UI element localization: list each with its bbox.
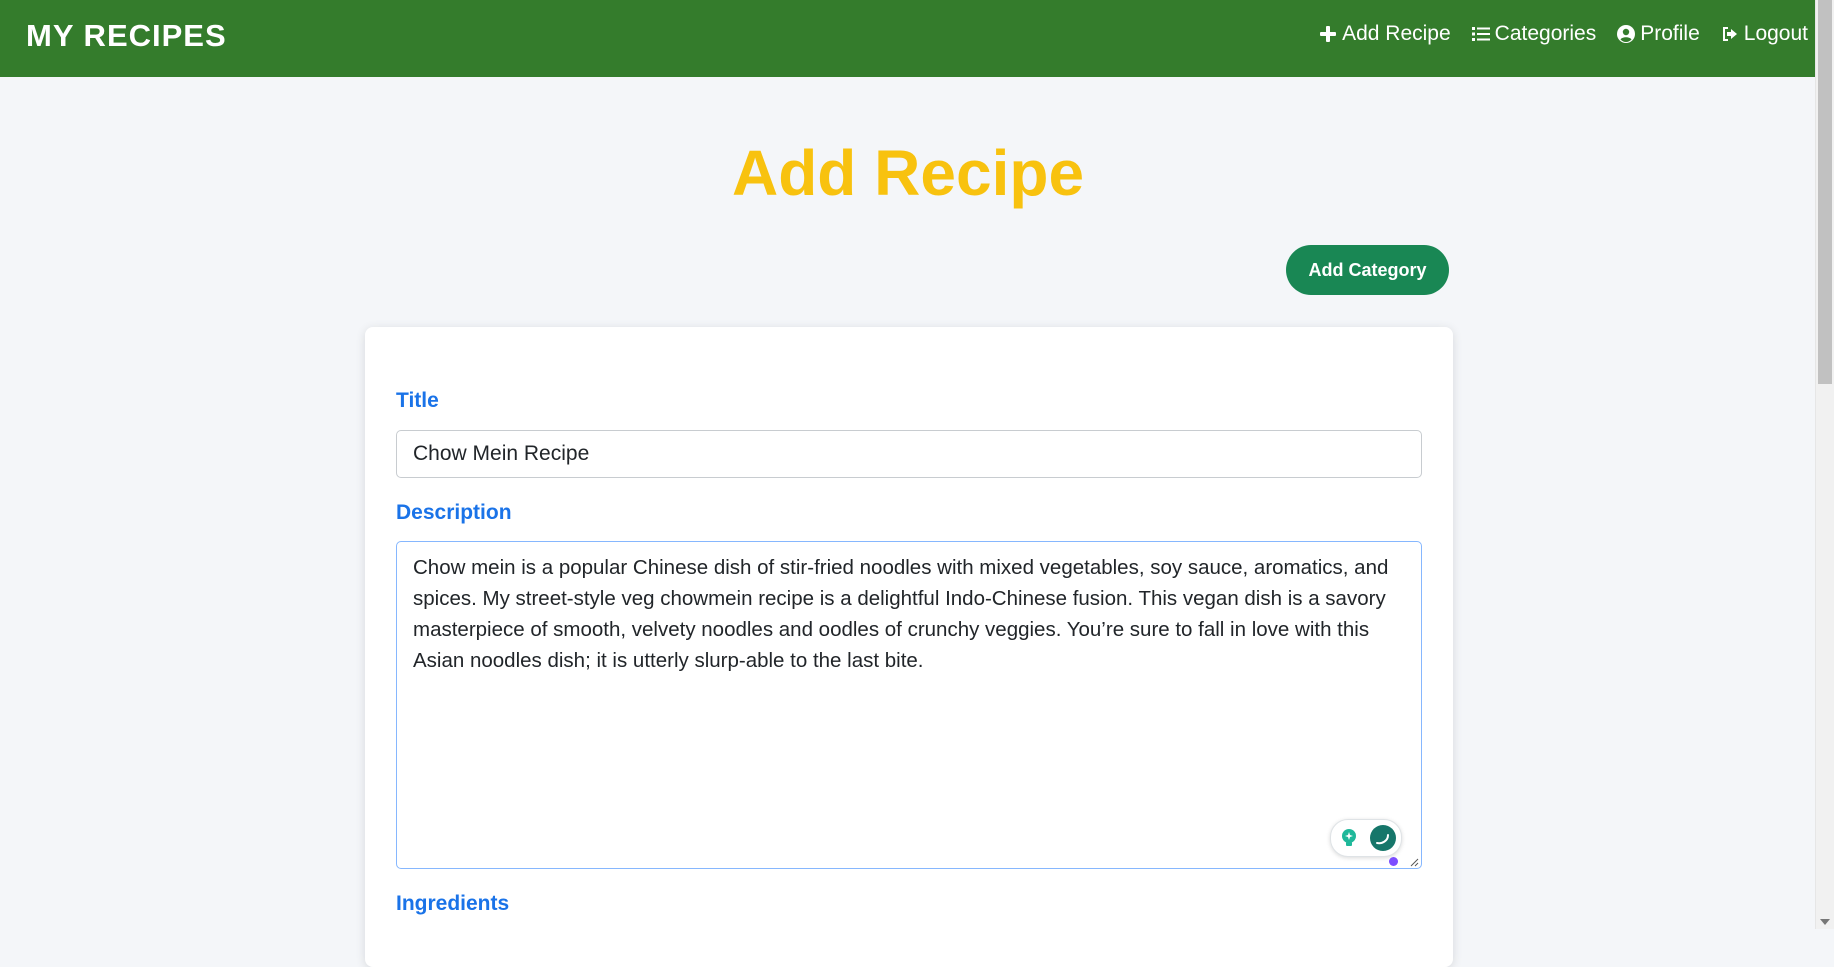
plus-icon — [1320, 26, 1337, 42]
nav-add-recipe[interactable]: Add Recipe — [1318, 22, 1451, 46]
lightbulb-icon — [1342, 829, 1356, 846]
ingredients-label: Ingredients — [396, 892, 510, 915]
nav-profile-label: Profile — [1640, 22, 1700, 45]
top-navbar: MY RECIPES Add Recipe Categories Profile… — [0, 0, 1816, 77]
vertical-scrollbar[interactable] — [1815, 0, 1834, 929]
writing-assistant-widget[interactable] — [1330, 819, 1402, 857]
chat-bubble-icon — [1370, 825, 1396, 851]
scroll-down-arrow-icon[interactable] — [1820, 919, 1830, 925]
nav-categories[interactable]: Categories — [1471, 22, 1597, 46]
brand-logo[interactable]: MY RECIPES — [26, 18, 227, 54]
scrollbar-thumb[interactable] — [1818, 0, 1832, 384]
nav-profile[interactable]: Profile — [1616, 22, 1700, 46]
nav-categories-label: Categories — [1494, 22, 1597, 45]
user-circle-icon — [1617, 25, 1636, 43]
add-category-button[interactable]: Add Category — [1286, 245, 1449, 295]
recipe-form-card: Title Description Chow mein is a popular… — [365, 327, 1453, 967]
description-textarea[interactable]: Chow mein is a popular Chinese dish of s… — [396, 541, 1422, 869]
description-label: Description — [396, 501, 512, 524]
nav-add-recipe-label: Add Recipe — [1342, 22, 1451, 45]
nav-logout-label: Logout — [1743, 22, 1808, 45]
resize-handle-icon[interactable] — [1409, 857, 1419, 867]
page-title: Add Recipe — [731, 137, 1085, 209]
logout-icon — [1722, 27, 1737, 41]
nav-logout[interactable]: Logout — [1720, 22, 1808, 46]
title-input[interactable] — [396, 430, 1422, 478]
status-dot — [1389, 857, 1398, 866]
list-icon — [1471, 27, 1490, 41]
title-label: Title — [396, 389, 439, 412]
nav-links: Add Recipe Categories Profile Logout — [1318, 22, 1808, 46]
